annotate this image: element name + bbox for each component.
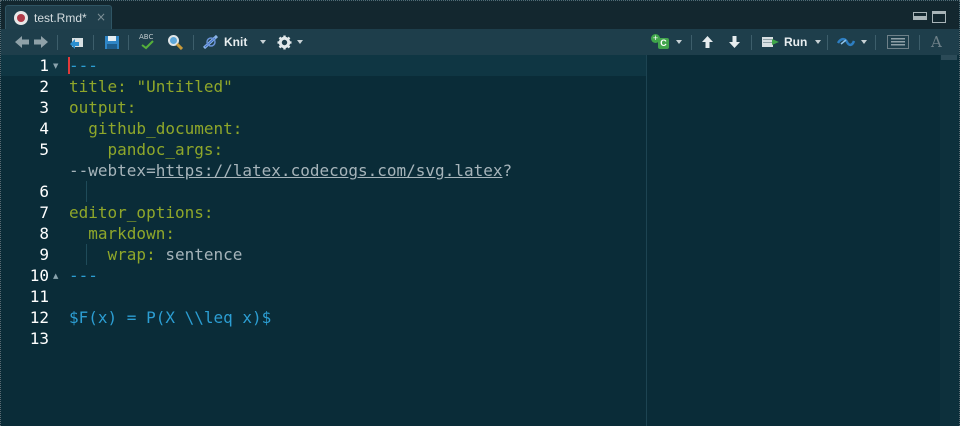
code-token: output: bbox=[69, 98, 137, 117]
tab-bar: test.Rmd* × bbox=[1, 1, 959, 30]
maximize-pane-icon[interactable] bbox=[932, 11, 946, 23]
back-button[interactable] bbox=[14, 29, 30, 55]
show-in-window-button[interactable] bbox=[69, 29, 85, 55]
editor-empty-area[interactable] bbox=[647, 55, 940, 426]
line-number: 8 bbox=[39, 224, 49, 243]
forward-arrow-icon bbox=[34, 36, 48, 48]
code-line[interactable]: pandoc_args: bbox=[69, 139, 224, 160]
chevron-down-icon bbox=[676, 40, 682, 44]
spellcheck-button[interactable]: ABC bbox=[138, 29, 158, 55]
forward-button[interactable] bbox=[33, 29, 49, 55]
code-token: --- bbox=[69, 266, 98, 285]
line-number: 7 bbox=[39, 203, 49, 222]
code-line[interactable]: output: bbox=[69, 97, 136, 118]
code-token: $F(x) = P(X \\leq x)$ bbox=[69, 308, 272, 327]
code-line[interactable]: wrap: sentence bbox=[69, 244, 243, 265]
line-number: 12 bbox=[29, 308, 49, 327]
chevron-down-icon bbox=[260, 40, 266, 44]
line-number: 2 bbox=[39, 77, 49, 96]
line-number: 13 bbox=[29, 329, 49, 348]
code-token: https://latex.codecogs.com/svg.latex bbox=[155, 161, 503, 180]
code-token: --webtex= bbox=[69, 161, 156, 180]
rerun-button[interactable] bbox=[836, 29, 867, 55]
run-icon bbox=[762, 37, 779, 47]
chevron-down-icon bbox=[815, 40, 821, 44]
gear-icon bbox=[277, 35, 292, 49]
vertical-scrollbar[interactable] bbox=[940, 55, 959, 426]
code-line[interactable]: editor_options: bbox=[69, 202, 214, 223]
code-token: "Untitled" bbox=[136, 77, 233, 96]
next-section-button[interactable] bbox=[728, 29, 741, 55]
code-token: markdown: bbox=[69, 224, 175, 243]
run-label: Run bbox=[784, 35, 808, 49]
close-tab-icon[interactable]: × bbox=[96, 10, 106, 24]
knit-icon bbox=[202, 34, 219, 50]
run-dropdown[interactable] bbox=[810, 29, 821, 55]
outline-button[interactable] bbox=[887, 29, 909, 55]
insert-chunk-button[interactable]: + C bbox=[651, 29, 682, 55]
line-number bbox=[1, 160, 49, 181]
fold-end-icon[interactable]: ▲ bbox=[53, 266, 58, 287]
line-number: 4 bbox=[39, 119, 49, 138]
line-number: 10 bbox=[29, 266, 49, 285]
spellcheck-icon: ABC bbox=[138, 33, 158, 50]
editor-toolbar: ABC Knit + C Run A bbox=[1, 29, 959, 56]
code-line[interactable]: --webtex=https://latex.codecogs.com/svg.… bbox=[69, 160, 512, 181]
format-icon: A bbox=[931, 33, 942, 51]
code-line[interactable]: title: "Untitled" bbox=[69, 76, 233, 97]
line-number: 9 bbox=[39, 245, 49, 264]
knit-label: Knit bbox=[224, 35, 248, 49]
code-token: ? bbox=[502, 161, 513, 180]
arrow-down-icon bbox=[729, 36, 740, 48]
rerun-icon bbox=[836, 37, 856, 47]
code-token: pandoc_args: bbox=[69, 140, 224, 159]
tab-label: test.Rmd* bbox=[34, 11, 87, 25]
knit-dropdown[interactable] bbox=[255, 29, 266, 55]
code-line[interactable]: github_document: bbox=[69, 118, 242, 139]
code-token: --- bbox=[69, 56, 98, 75]
code-token: github_document: bbox=[69, 119, 243, 138]
line-number: 5 bbox=[39, 140, 49, 159]
code-token: wrap: bbox=[69, 245, 166, 264]
format-button[interactable]: A bbox=[931, 29, 942, 55]
code-line[interactable]: --- bbox=[69, 55, 98, 76]
arrow-up-icon bbox=[702, 36, 713, 48]
search-icon bbox=[168, 35, 183, 50]
code-line[interactable]: markdown: bbox=[69, 223, 175, 244]
run-button[interactable]: Run bbox=[761, 29, 807, 55]
line-number: 11 bbox=[29, 287, 49, 306]
line-number: 6 bbox=[39, 182, 49, 201]
settings-button[interactable] bbox=[277, 29, 303, 55]
tab-test-rmd[interactable]: test.Rmd* × bbox=[5, 5, 112, 30]
fold-start-icon[interactable]: ▼ bbox=[53, 56, 58, 77]
knit-button[interactable]: Knit bbox=[202, 29, 247, 55]
editor-window: test.Rmd* × ABC Knit + C Run A 1 2 3 4 5… bbox=[0, 0, 960, 426]
code-token: title: bbox=[69, 77, 137, 96]
back-arrow-icon bbox=[15, 36, 29, 48]
rmarkdown-file-icon bbox=[14, 11, 28, 25]
line-number: 1 bbox=[39, 56, 49, 75]
active-line-highlight bbox=[64, 55, 646, 76]
code-editor[interactable]: --- title: "Untitled" output: github_docum… bbox=[64, 55, 646, 426]
scrollbar-thumb[interactable] bbox=[941, 55, 957, 60]
popout-window-icon bbox=[70, 38, 83, 49]
save-button[interactable] bbox=[104, 29, 120, 55]
insert-chunk-icon: + C bbox=[651, 34, 671, 50]
save-icon bbox=[105, 35, 119, 49]
line-number: 3 bbox=[39, 98, 49, 117]
chevron-down-icon bbox=[861, 40, 867, 44]
code-token: editor_options: bbox=[69, 203, 214, 222]
find-replace-button[interactable] bbox=[167, 29, 183, 55]
line-number-gutter: 1 2 3 4 5 6 7 8 9 10 11 12 13 ▼ ▲ bbox=[1, 55, 64, 426]
previous-section-button[interactable] bbox=[701, 29, 714, 55]
code-token: sentence bbox=[165, 245, 243, 264]
code-line[interactable]: $F(x) = P(X \\leq x)$ bbox=[69, 307, 271, 328]
outline-icon bbox=[887, 35, 909, 49]
code-line[interactable]: --- bbox=[69, 265, 98, 286]
minimize-pane-icon[interactable] bbox=[913, 12, 927, 20]
chevron-down-icon bbox=[297, 40, 303, 44]
